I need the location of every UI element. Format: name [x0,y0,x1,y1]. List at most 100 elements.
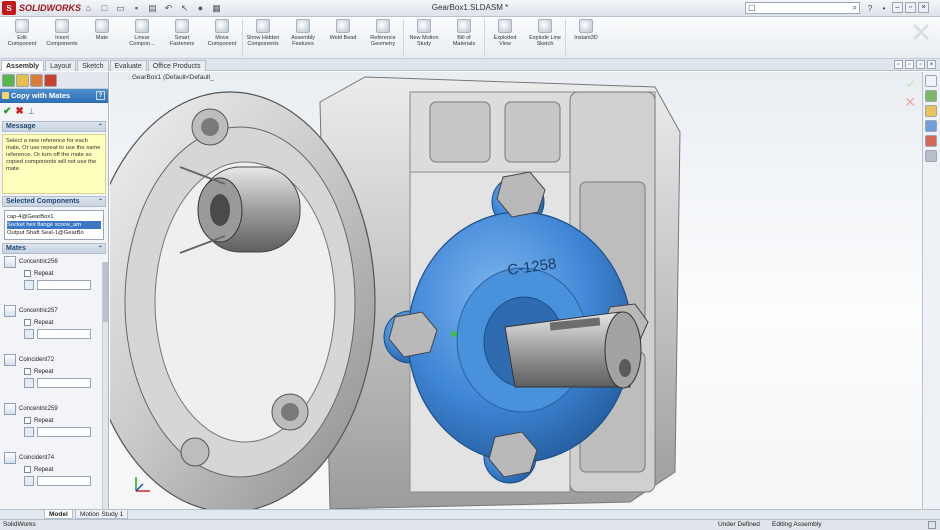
command-button[interactable]: New Motion Study [403,19,444,57]
mate-row[interactable]: Concentric256 [4,256,104,268]
new-reference-field[interactable] [37,427,91,437]
mate-row[interactable]: Concentric259 [4,403,104,415]
command-tabs-row: Assembly Layout Sketch Evaluate Office Produ… [0,59,940,71]
minimize-button[interactable]: – [892,2,903,13]
design-library-icon[interactable] [925,90,937,102]
command-button[interactable]: Explode Line Sketch [525,19,565,57]
ok-check-icon[interactable]: ✔ [3,106,11,117]
command-button[interactable]: Show Hidden Components [242,19,283,57]
selected-components-header[interactable]: Selected Components ⌃ [2,196,106,207]
command-button[interactable]: Smart Fasteners [162,19,202,57]
selected-component-item[interactable]: Output Shaft Seal-1@GearBo [7,229,101,237]
help-icon[interactable]: ? [96,91,105,100]
dimxpert-tab-icon[interactable] [44,74,57,87]
confirm-corner-ok-icon[interactable]: ✔ [906,77,916,91]
pin-icon[interactable]: • [878,2,890,14]
command-label: Edit Component [7,35,37,47]
cancel-x-icon[interactable]: ✖ [15,106,23,117]
status-help-icon[interactable] [928,521,936,529]
mate-type-icon [4,452,16,464]
mates-header[interactable]: Mates ⌃ [2,243,106,254]
flip-alignment-icon[interactable] [24,378,34,388]
breadcrumb[interactable]: GearBox1 (Default<Default_ [132,74,214,81]
repeat-label: Repeat [34,417,54,424]
repeat-checkbox[interactable] [24,270,31,277]
command-button[interactable]: Bill of Materials [444,19,484,57]
appearances-icon[interactable] [925,135,937,147]
view-tool-icon[interactable]: ▫ [916,60,925,69]
tab-assembly[interactable]: Assembly [1,60,45,71]
command-manager: Edit Component Insert Components Mate Linea… [0,17,940,59]
command-button[interactable]: Mate [82,19,122,57]
help-icon[interactable]: ? [864,2,876,14]
command-button[interactable]: Linear Compon... [122,19,162,57]
mate-name: Coincident72 [19,357,55,363]
property-manager: Copy with Mates ? ✔ ✖ ⊥ Message ⌃ Select… [0,72,109,509]
command-button[interactable]: Edit Component [2,19,42,57]
file-explorer-icon[interactable] [925,105,937,117]
pm-actions: ✔ ✖ ⊥ [0,103,108,119]
command-button[interactable]: Exploded View [484,19,525,57]
propertymanager-tab-icon[interactable] [16,74,29,87]
mate-item: Coincident72 Repeat [2,352,106,401]
status-definition: Under Defined [718,521,760,528]
mate-name: Concentric256 [19,259,58,265]
command-label: Bill of Materials [452,35,476,47]
mate-row[interactable]: Concentric257 [4,305,104,317]
search-go-icon[interactable]: ⌕ [853,3,857,13]
view-tool-icon[interactable]: × [927,60,936,69]
new-reference-field[interactable] [37,378,91,388]
flip-alignment-icon[interactable] [24,427,34,437]
graphics-area[interactable]: C-1258 GearBox1 (Default<Default_ ✔ ✕ [110,72,922,509]
selected-component-item[interactable]: Socket hex flange screw_am [7,221,101,229]
command-button[interactable]: Reference Geometry [363,19,403,57]
shaft-end [604,311,642,389]
configmanager-tab-icon[interactable] [30,74,43,87]
tab-layout[interactable]: Layout [45,60,77,71]
command-button[interactable]: Assembly Features [283,19,323,57]
repeat-checkbox[interactable] [24,319,31,326]
repeat-checkbox[interactable] [24,368,31,375]
view-tool-icon[interactable]: ▫ [905,60,914,69]
confirm-corner-cancel-icon[interactable]: ✕ [904,94,916,111]
search-input[interactable]: ▢ ⌕ [745,2,860,14]
command-button[interactable]: Move Component [202,19,242,57]
command-button[interactable]: Insert Components [42,19,82,57]
tab-office-products[interactable]: Office Products [147,60,206,71]
tab-evaluate[interactable]: Evaluate [109,60,147,71]
featuremanager-tab-icon[interactable] [2,74,15,87]
selected-components-list[interactable]: cap-4@GearBox1 Socket hex flange screw_am… [4,210,104,240]
new-reference-field[interactable] [37,280,91,290]
tab-sketch[interactable]: Sketch [77,60,109,71]
repeat-checkbox[interactable] [24,417,31,424]
restore-button[interactable]: ▫ [905,2,916,13]
reference-triad-icon [135,477,150,492]
flip-alignment-icon[interactable] [24,476,34,486]
view-tool-icon[interactable]: ▫ [894,60,903,69]
mate-type-icon [4,354,16,366]
message-text: Select a new reference for each mate. Or… [2,134,106,194]
tab-motion-study[interactable]: Motion Study 1 [75,510,129,519]
view-palette-icon[interactable] [925,120,937,132]
tab-model[interactable]: Model [44,510,73,519]
selected-component-item[interactable]: cap-4@GearBox1 [7,213,101,221]
panel-scrollbar[interactable] [102,262,108,509]
scrollbar-thumb[interactable] [103,262,108,322]
gearbox-model[interactable]: C-1258 [110,72,922,509]
propertymanager-title: Copy with Mates ? [0,89,108,103]
new-reference-field[interactable] [37,476,91,486]
pushpin-icon[interactable]: ⊥ [28,107,35,116]
close-button[interactable]: × [918,2,929,13]
new-reference-field[interactable] [37,329,91,339]
custom-properties-icon[interactable] [925,150,937,162]
flip-alignment-icon[interactable] [24,280,34,290]
mate-row[interactable]: Coincident74 [4,452,104,464]
mate-row[interactable]: Coincident72 [4,354,104,366]
resources-icon[interactable] [925,75,937,87]
flip-alignment-icon[interactable] [24,329,34,339]
repeat-checkbox[interactable] [24,466,31,473]
input-shaft-keyway [210,194,230,226]
message-header[interactable]: Message ⌃ [2,121,106,132]
command-button[interactable]: Instant3D [565,19,606,57]
command-button[interactable]: Weld Bead [323,19,363,57]
